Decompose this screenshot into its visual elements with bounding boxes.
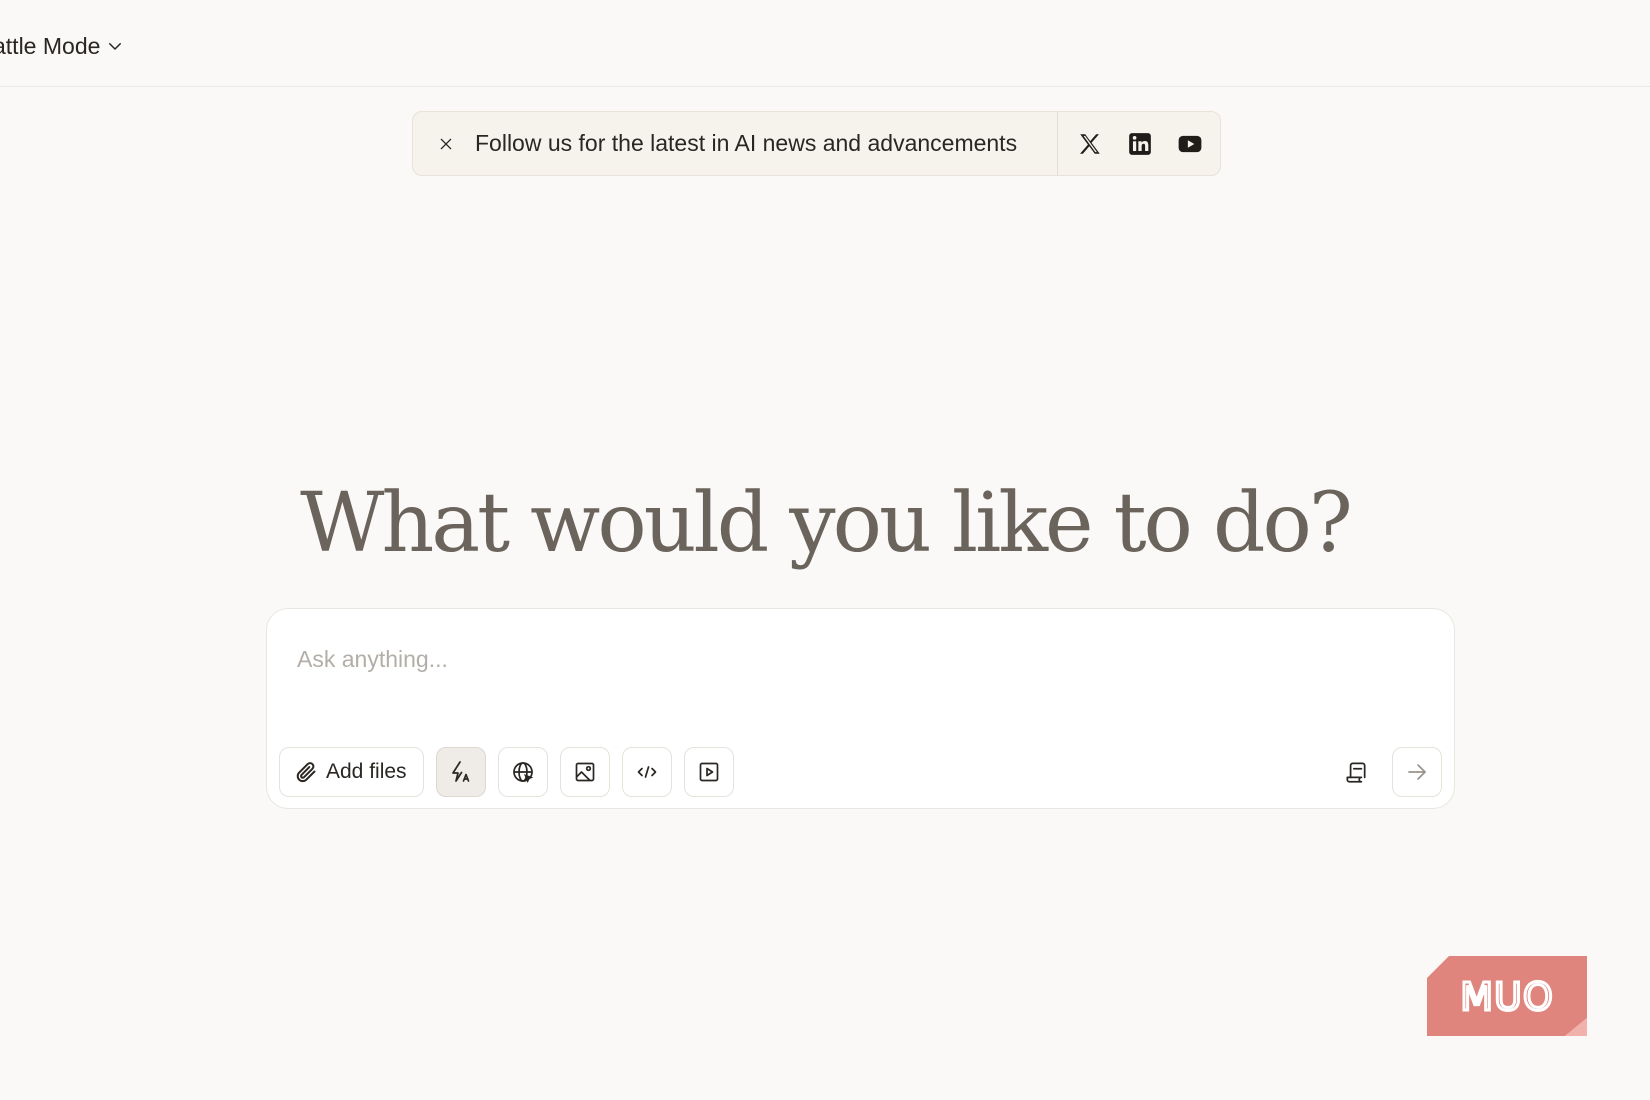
- video-play-icon: [699, 762, 718, 782]
- social-links: [1057, 112, 1220, 175]
- banner-close-button[interactable]: [431, 129, 461, 159]
- add-files-label: Add files: [326, 760, 407, 783]
- mode-selector-label: attle Mode: [0, 32, 101, 59]
- x-twitter-icon: [1080, 133, 1100, 154]
- composer-right-tools: [1334, 747, 1442, 797]
- chevron-down-icon: [109, 43, 122, 50]
- close-icon: [440, 138, 452, 149]
- video-button[interactable]: [683, 747, 734, 797]
- composer-tool-row: Add files: [279, 747, 734, 797]
- ask-input[interactable]: [297, 639, 1417, 679]
- code-icon: [637, 766, 656, 778]
- prompt-library-icon: [1346, 762, 1366, 783]
- send-button[interactable]: [1392, 747, 1442, 797]
- app-root: attle Mode Follow us for the latest in A…: [0, 0, 1650, 1100]
- youtube-link[interactable]: [1176, 130, 1204, 158]
- linkedin-link[interactable]: [1126, 130, 1154, 158]
- send-arrow-icon: [1408, 764, 1426, 780]
- follow-banner: Follow us for the latest in AI news and …: [412, 111, 1221, 176]
- paperclip-icon: [296, 762, 316, 783]
- image-generation-button[interactable]: [559, 747, 610, 797]
- banner-text: Follow us for the latest in AI news and …: [475, 130, 1018, 156]
- prompt-library-button[interactable]: [1334, 747, 1378, 797]
- mode-selector[interactable]: attle Mode: [0, 28, 124, 64]
- globe-icon: [512, 762, 533, 783]
- youtube-icon: [1178, 135, 1202, 152]
- top-bar: attle Mode: [0, 0, 1650, 87]
- add-files-button[interactable]: Add files: [279, 747, 424, 797]
- linkedin-icon: [1129, 132, 1151, 155]
- chat-composer: Add files: [266, 608, 1455, 809]
- web-search-button[interactable]: [497, 747, 548, 797]
- auto-mode-button[interactable]: [435, 747, 486, 797]
- x-twitter-link[interactable]: [1076, 130, 1104, 158]
- muo-watermark-text: MUO: [1460, 975, 1554, 1019]
- code-button[interactable]: [621, 747, 672, 797]
- lightning-auto-icon: [451, 761, 469, 782]
- page-headline: What would you like to do?: [300, 476, 1353, 571]
- image-icon: [575, 762, 594, 782]
- muo-watermark-logo: MUO: [1425, 954, 1589, 1038]
